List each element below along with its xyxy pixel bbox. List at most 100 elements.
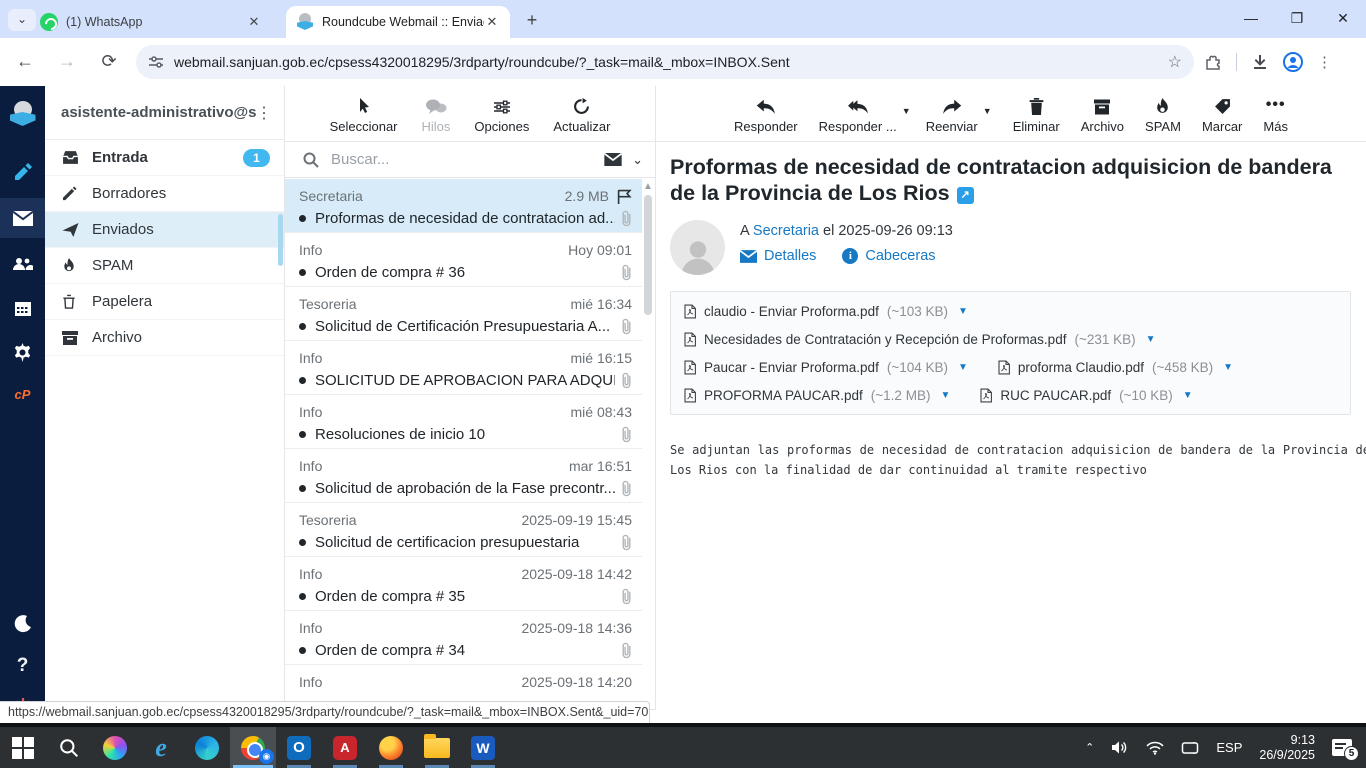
forward-button[interactable]: Reenviar ▼ <box>924 93 992 134</box>
language-indicator[interactable]: ESP <box>1216 740 1242 755</box>
attachment-menu-icon[interactable]: ▼ <box>940 390 950 401</box>
attachment-menu-icon[interactable]: ▼ <box>958 362 968 373</box>
forward-button[interactable]: → <box>50 45 84 79</box>
message-row[interactable]: Tesoreria 2025-09-19 15:45 Solicitud de c… <box>285 503 642 557</box>
message-subject: Solicitud de certificacion presupuestari… <box>315 533 580 551</box>
taskbar-edge-button[interactable] <box>184 727 230 768</box>
back-button[interactable]: ← <box>8 45 42 79</box>
open-in-new-window-icon[interactable]: ↗ <box>956 187 974 204</box>
tray-clock[interactable]: 9:13 26/9/2025 <box>1259 733 1315 763</box>
extensions-icon[interactable] <box>1204 53 1222 71</box>
message-row[interactable]: Secretaria 2.9 MB Proformas de necesidad … <box>285 179 642 233</box>
message-row[interactable]: Info mar 16:51 Solicitud de aprobación de… <box>285 449 642 503</box>
message-row[interactable]: Info 2025-09-18 14:42 Orden de compra # 3… <box>285 557 642 611</box>
sidebar-scrollbar-thumb[interactable] <box>278 214 283 266</box>
attachment-link[interactable]: Necesidades de Contratación y Recepción … <box>684 332 1156 347</box>
contacts-icon[interactable] <box>0 244 45 284</box>
attachment-menu-icon[interactable]: ▼ <box>1223 362 1233 373</box>
list-scrollbar[interactable]: ▲ ▼ <box>641 179 655 723</box>
message-row[interactable]: Info mié 08:43 Resoluciones de inicio 10 <box>285 395 642 449</box>
attachment-menu-icon[interactable]: ▼ <box>1146 334 1156 345</box>
folder-papelera[interactable]: Papelera <box>45 284 284 320</box>
start-button[interactable] <box>0 727 46 768</box>
taskbar-acrobat-button[interactable]: A <box>322 727 368 768</box>
settings-gear-icon[interactable] <box>0 332 45 372</box>
folder-borradores[interactable]: Borradores <box>45 176 284 212</box>
attachment-link[interactable]: Paucar - Enviar Proforma.pdf (~104 KB) ▼ <box>684 360 968 375</box>
notifications-icon[interactable]: 5 <box>1332 739 1359 761</box>
delete-button[interactable]: Eliminar <box>1011 93 1062 134</box>
message-row[interactable]: Info 2025-09-18 14:36 Orden de compra # 3… <box>285 611 642 665</box>
tray-chevron-icon[interactable]: ⌃ <box>1085 741 1094 754</box>
message-row[interactable]: Info mié 16:15 SOLICITUD DE APROBACION PA… <box>285 341 642 395</box>
refresh-button[interactable]: Actualizar <box>553 93 610 134</box>
restore-button[interactable]: ❐ <box>1274 0 1320 38</box>
reply-all-button[interactable]: Responder ... ▼ <box>817 93 911 134</box>
taskbar-outlook-button[interactable]: O <box>276 727 322 768</box>
threads-button[interactable]: Hilos <box>422 93 450 134</box>
message-row[interactable]: Tesoreria mié 16:34 Solicitud de Certific… <box>285 287 642 341</box>
close-button[interactable]: ✕ <box>1320 0 1366 38</box>
cpanel-icon[interactable]: cP <box>0 374 45 414</box>
attachment-menu-icon[interactable]: ▼ <box>958 306 968 317</box>
tab-close-icon[interactable]: ✕ <box>246 14 262 30</box>
tab-close-icon[interactable]: ✕ <box>484 14 500 30</box>
scroll-up-icon[interactable]: ▲ <box>641 181 655 192</box>
compose-icon[interactable] <box>0 152 45 192</box>
attachment-link[interactable]: RUC PAUCAR.pdf (~10 KB) ▼ <box>980 388 1193 403</box>
attachment-link[interactable]: PROFORMA PAUCAR.pdf (~1.2 MB) ▼ <box>684 388 950 403</box>
folder-spam[interactable]: SPAM <box>45 248 284 284</box>
tab-whatsapp[interactable]: (1) WhatsApp ✕ <box>30 6 272 38</box>
recipient-link[interactable]: Secretaria <box>753 223 819 239</box>
taskbar-ie-button[interactable]: e <box>138 727 184 768</box>
taskbar-chrome-button[interactable]: ◉ <box>230 727 276 768</box>
bookmark-star-icon[interactable]: ☆ <box>1168 52 1182 72</box>
account-menu-icon[interactable]: ⋮ <box>256 103 272 123</box>
downloads-icon[interactable] <box>1251 53 1269 71</box>
folder-archivo[interactable]: Archivo <box>45 320 284 356</box>
archive-button[interactable]: Archivo <box>1079 93 1126 134</box>
browser-menu-icon[interactable]: ⋮ <box>1317 53 1332 71</box>
wifi-icon[interactable] <box>1146 741 1164 755</box>
attachment-menu-icon[interactable]: ▼ <box>1183 390 1193 401</box>
url-text[interactable]: webmail.sanjuan.gob.ec/cpsess4320018295/… <box>174 54 1168 70</box>
select-button[interactable]: Seleccionar <box>330 93 398 134</box>
help-icon[interactable]: ? <box>0 646 45 686</box>
volume-icon[interactable] <box>1111 740 1129 755</box>
taskbar-copilot-button[interactable] <box>92 727 138 768</box>
options-button[interactable]: Opciones <box>474 93 529 134</box>
search-input[interactable] <box>331 151 605 168</box>
tab-roundcube[interactable]: Roundcube Webmail :: Enviados ✕ <box>286 6 510 38</box>
taskbar-word-button[interactable]: W <box>460 727 506 768</box>
reply-all-dropdown-icon[interactable]: ▼ <box>902 106 911 116</box>
calendar-icon[interactable] <box>0 288 45 328</box>
reply-button[interactable]: Responder <box>732 93 800 134</box>
scrollbar-thumb[interactable] <box>644 195 652 315</box>
tray-display-icon[interactable] <box>1181 741 1199 755</box>
address-bar[interactable]: webmail.sanjuan.gob.ec/cpsess4320018295/… <box>136 45 1194 79</box>
headers-button[interactable]: i Cabeceras <box>842 248 936 264</box>
new-tab-button[interactable]: + <box>520 9 544 33</box>
taskbar-explorer-button[interactable] <box>414 727 460 768</box>
site-settings-icon[interactable] <box>148 54 164 70</box>
folder-entrada[interactable]: Entrada 1 <box>45 140 284 176</box>
search-options-chevron-icon[interactable]: ⌄ <box>632 152 643 168</box>
profile-icon[interactable] <box>1283 52 1303 72</box>
taskbar-search-button[interactable] <box>46 727 92 768</box>
message-row[interactable]: Info Hoy 09:01 Orden de compra # 36 <box>285 233 642 287</box>
forward-dropdown-icon[interactable]: ▼ <box>983 106 992 116</box>
mail-icon[interactable] <box>0 198 45 238</box>
search-scope-mail-icon[interactable] <box>604 153 623 166</box>
mark-button[interactable]: Marcar <box>1200 93 1244 134</box>
reload-button[interactable]: ⟳ <box>92 45 126 79</box>
spam-button[interactable]: SPAM <box>1143 93 1183 134</box>
more-button[interactable]: ••• Más <box>1261 93 1290 134</box>
folder-enviados[interactable]: Enviados <box>45 212 284 248</box>
attachment-link[interactable]: claudio - Enviar Proforma.pdf (~103 KB) … <box>684 304 968 319</box>
details-button[interactable]: Detalles <box>740 248 816 264</box>
minimize-button[interactable]: — <box>1228 0 1274 38</box>
dark-mode-moon-icon[interactable] <box>0 604 45 644</box>
taskbar-firefox-button[interactable] <box>368 727 414 768</box>
attachment-link[interactable]: proforma Claudio.pdf (~458 KB) ▼ <box>998 360 1233 375</box>
flag-icon[interactable] <box>617 189 632 204</box>
